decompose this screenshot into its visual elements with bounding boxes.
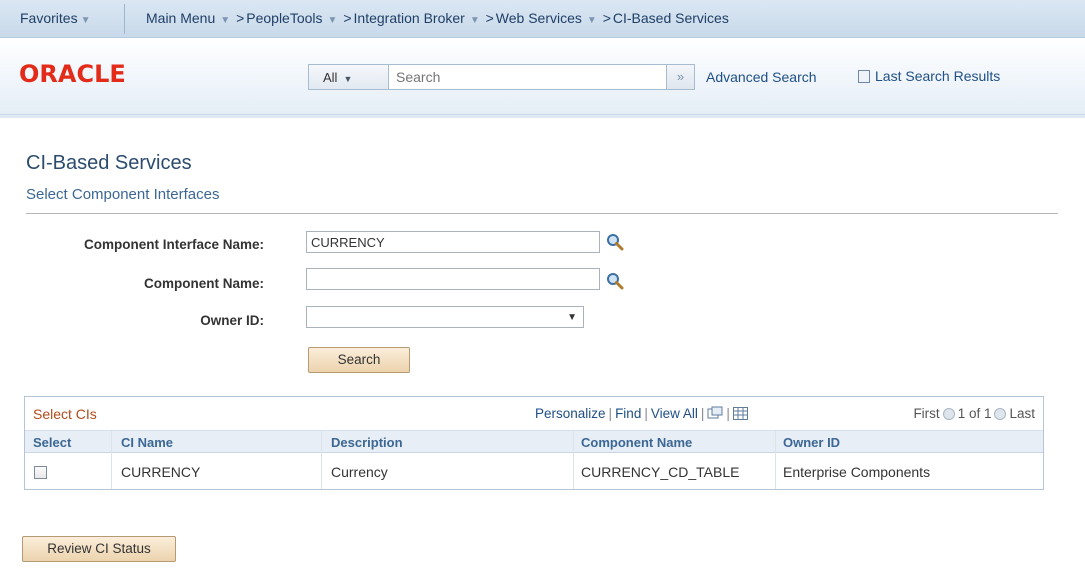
- owner-id-label: Owner ID:: [200, 313, 264, 328]
- component-name-field[interactable]: [306, 268, 600, 290]
- owner-id-select[interactable]: ▼: [306, 306, 584, 328]
- description-cell: Currency: [331, 464, 388, 480]
- search-results-icon: [858, 70, 870, 83]
- toolbar-divider: |: [608, 406, 613, 421]
- crumb-separator: >: [485, 10, 494, 26]
- last-link[interactable]: Last: [1009, 406, 1035, 421]
- chevron-down-icon: ▼: [327, 15, 338, 26]
- grid-toolbar: Personalize | Find | View All | |: [535, 406, 748, 421]
- crumb-separator: >: [343, 10, 352, 26]
- favorites-label: Favorites: [20, 10, 78, 26]
- first-link[interactable]: First: [913, 406, 939, 421]
- chevron-down-icon: ▼: [567, 312, 577, 323]
- top-nav-bar: Favorites ▼ Main Menu ▼ > PeopleTools ▼ > Int…: [0, 0, 1085, 38]
- component-name-cell: CURRENCY_CD_TABLE: [581, 464, 740, 480]
- title-divider: [26, 213, 1058, 214]
- component-name-label: Component Name:: [143, 276, 264, 291]
- review-ci-status-button[interactable]: Review CI Status: [22, 536, 176, 562]
- breadcrumb: Main Menu ▼ > PeopleTools ▼ > Integration Br…: [146, 10, 731, 26]
- search-go-button[interactable]: »: [666, 65, 694, 89]
- select-cis-grid: Select CIs Personalize | Find | View All | | F…: [24, 396, 1044, 490]
- last-search-results-link[interactable]: Last Search Results: [858, 68, 1000, 84]
- search-scope-dropdown[interactable]: All ▼: [309, 65, 389, 89]
- page-title: CI-Based Services: [26, 152, 192, 174]
- table-row: CURRENCY Currency CURRENCY_CD_TABLE Ente…: [25, 454, 1043, 488]
- select-checkbox[interactable]: [34, 466, 47, 479]
- chevron-down-icon: ▼: [469, 15, 480, 26]
- chevron-down-icon: ▼: [586, 15, 597, 26]
- nav-divider: [124, 4, 125, 34]
- column-header-description[interactable]: Description: [331, 435, 403, 450]
- last-search-results-label: Last Search Results: [875, 68, 1001, 84]
- search-input[interactable]: [390, 65, 666, 89]
- column-header-component-name[interactable]: Component Name: [581, 435, 692, 450]
- favorites-menu[interactable]: Favorites ▼: [20, 10, 93, 26]
- next-icon[interactable]: [994, 408, 1007, 420]
- page-range: 1 of 1: [957, 406, 992, 421]
- view-all-link[interactable]: View All: [651, 406, 698, 421]
- new-window-icon[interactable]: [707, 406, 723, 420]
- ci-name-cell: CURRENCY: [121, 464, 201, 480]
- page-subtitle: Select Component Interfaces: [26, 186, 220, 203]
- column-header-select: Select: [33, 435, 72, 450]
- global-search: All ▼ »: [308, 64, 695, 90]
- toolbar-divider: |: [644, 406, 648, 421]
- grid-header: Select CIs Personalize | Find | View All | | F…: [25, 397, 1043, 431]
- owner-id-cell: Enterprise Components: [783, 464, 931, 480]
- crumb-integration-broker[interactable]: Integration Broker: [354, 10, 465, 26]
- toolbar-divider: |: [700, 406, 705, 421]
- grid-pager: First 1 of 1 Last: [913, 406, 1035, 421]
- column-header-owner-id[interactable]: Owner ID: [783, 435, 840, 450]
- main-menu-link[interactable]: Main Menu: [146, 10, 215, 26]
- crumb-ci-based-services[interactable]: CI-Based Services: [613, 10, 729, 26]
- crumb-separator: >: [236, 10, 245, 26]
- lookup-icon[interactable]: [606, 272, 624, 290]
- oracle-logo: ORACLE: [19, 60, 126, 88]
- column-header-ci-name[interactable]: CI Name: [121, 435, 173, 450]
- advanced-search-link[interactable]: Advanced Search: [706, 69, 817, 85]
- personalize-link[interactable]: Personalize: [535, 406, 606, 421]
- grid-column-headers: Select CI Name Description Component Nam…: [25, 431, 1043, 453]
- chevron-down-icon: ▼: [343, 74, 353, 84]
- crumb-peopletools[interactable]: PeopleTools: [246, 10, 322, 26]
- grid-title: Select CIs: [33, 406, 97, 422]
- header-divider: [0, 114, 1085, 118]
- previous-icon[interactable]: [942, 408, 955, 420]
- lookup-icon[interactable]: [606, 233, 624, 251]
- crumb-separator: >: [602, 10, 611, 26]
- chevron-down-icon: ▼: [220, 15, 231, 26]
- search-button[interactable]: Search: [308, 347, 410, 373]
- toolbar-divider: |: [726, 406, 730, 421]
- download-spreadsheet-icon[interactable]: [732, 407, 748, 420]
- ci-name-label: Component Interface Name:: [83, 237, 264, 252]
- find-link[interactable]: Find: [615, 406, 641, 421]
- chevron-down-icon: ▼: [80, 15, 91, 26]
- search-scope-label: All: [323, 70, 338, 85]
- ci-name-field[interactable]: CURRENCY: [306, 231, 600, 253]
- crumb-web-services[interactable]: Web Services: [496, 10, 582, 26]
